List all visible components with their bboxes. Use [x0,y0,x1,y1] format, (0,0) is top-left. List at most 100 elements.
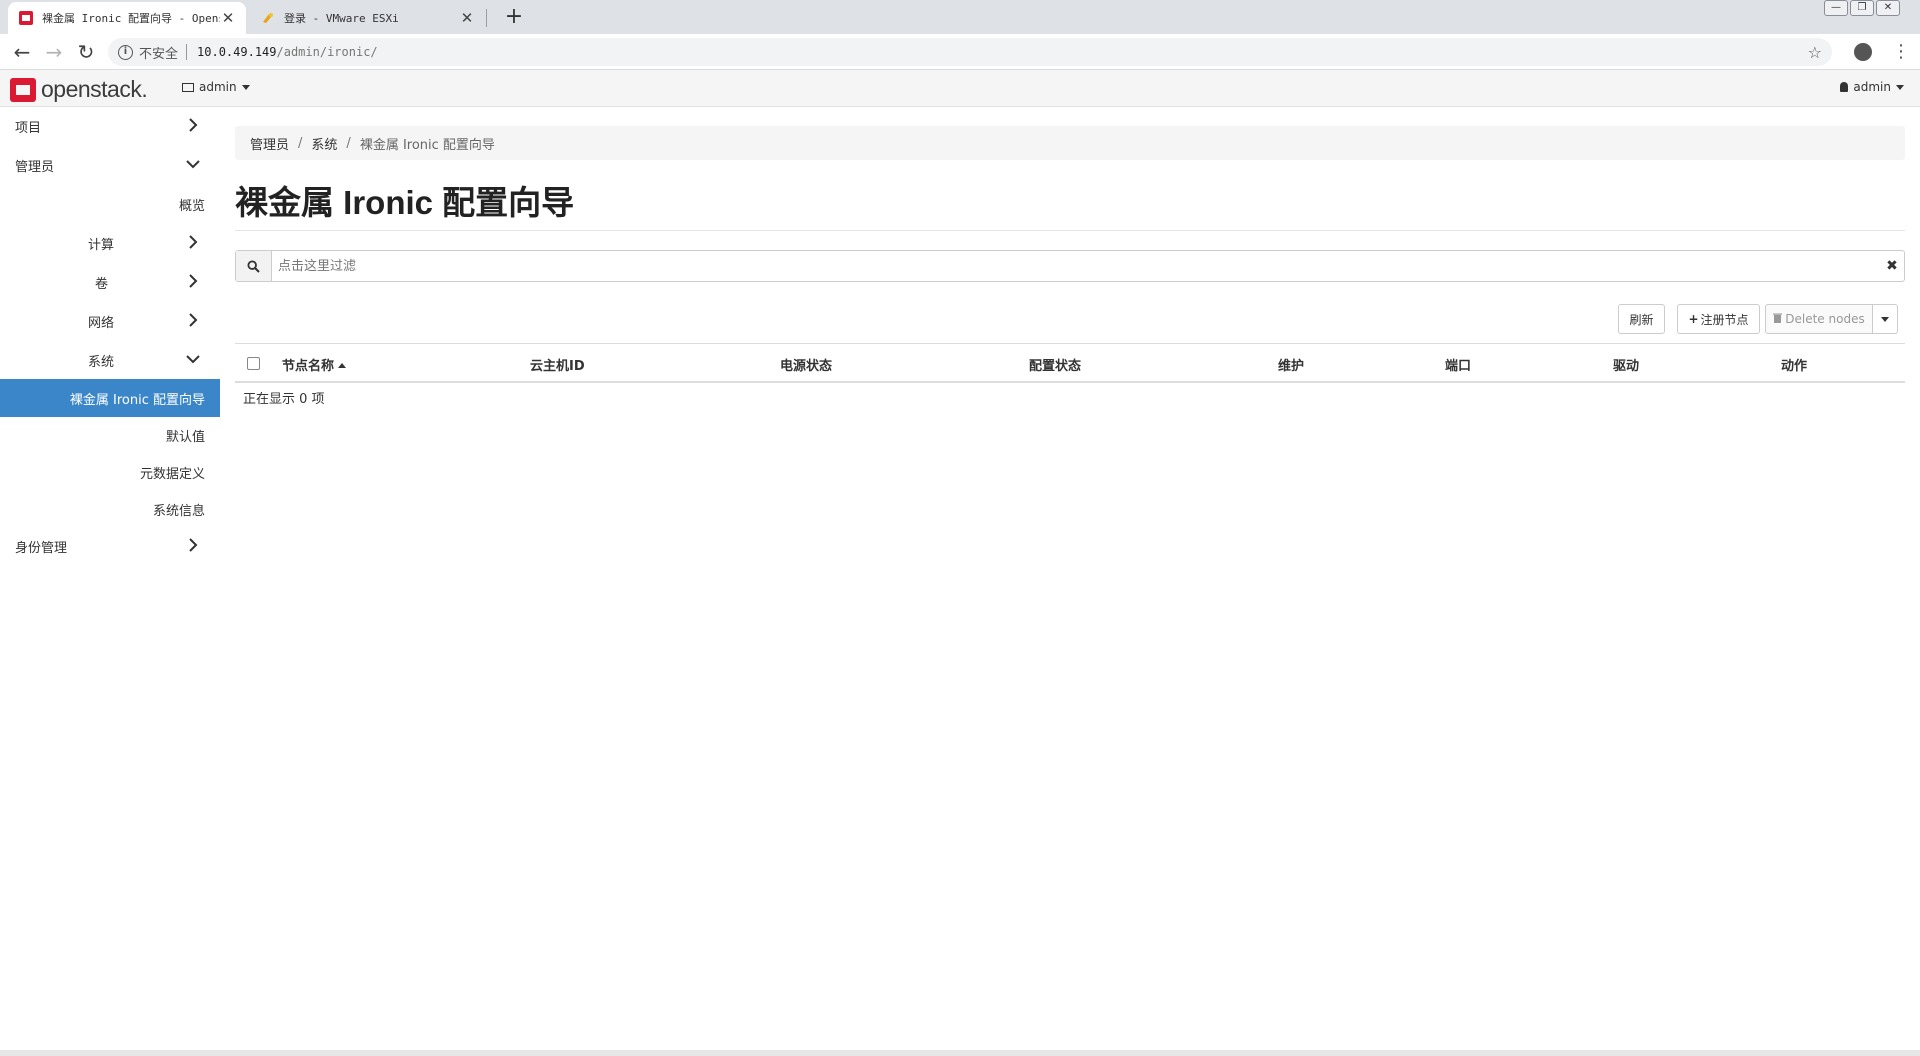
close-window-icon[interactable]: ✕ [1876,0,1900,16]
logo-text: openstack. [41,76,148,102]
sidebar-item-label: 默认值 [165,429,205,445]
breadcrumb-item-admin[interactable]: 管理员 [250,134,289,153]
security-label: 不安全 [139,46,179,62]
chevron-right-icon [184,272,202,290]
sidebar-item-label: 项目 [15,120,42,136]
column-header-driver[interactable]: 驱动 [1613,355,1639,374]
url-host: 10.0.49.149 [197,45,277,59]
sidebar-item-label: 裸金属 Ironic 配置向导 [69,392,205,408]
browser-tab-esxi[interactable]: 登录 - VMware ESXi ✕ [250,2,485,34]
delete-nodes-group: Delete nodes [1765,304,1898,334]
sidebar-item-label: 身份管理 [15,540,68,556]
breadcrumb-item-system[interactable]: 系统 [311,134,337,153]
user-icon [1840,82,1849,92]
chevron-down-icon [184,350,202,368]
user-name: admin [1853,80,1891,94]
breadcrumb-divider: / [346,135,351,151]
select-all-checkbox[interactable] [247,357,260,370]
sidebar-item-system[interactable]: 系统 [0,342,220,378]
chevron-down-icon [1881,316,1889,322]
openstack-favicon-icon [18,10,34,26]
browser-menu-icon[interactable]: ⋮ [1892,40,1910,64]
tab-title: 登录 - VMware ESXi [284,12,399,25]
reload-icon[interactable]: ↻ [72,38,100,66]
sidebar-item-network[interactable]: 网络 [0,303,220,339]
restore-icon[interactable]: ❐ [1850,0,1874,16]
trash-icon [1773,312,1783,326]
column-header-power-state[interactable]: 电源状态 [780,355,832,374]
chevron-right-icon [184,536,202,554]
sidebar-item-defaults[interactable]: 默认值 [0,417,220,453]
column-header-provision-state[interactable]: 配置状态 [1029,355,1081,374]
filter-input[interactable] [272,251,1880,281]
column-header-instance-id[interactable]: 云主机ID [530,355,585,374]
sidebar-item-project[interactable]: 项目 [0,108,220,144]
project-dropdown[interactable]: admin [182,80,250,94]
sidebar-item-compute[interactable]: 计算 [0,225,220,261]
sidebar-item-overview[interactable]: 概览 [0,186,220,222]
column-header-ports[interactable]: 端口 [1445,355,1471,374]
delete-dropdown-toggle[interactable] [1873,304,1898,334]
profile-icon[interactable] [1854,43,1872,61]
close-tab-icon[interactable]: ✕ [220,9,236,27]
close-tab-icon[interactable]: ✕ [459,9,475,27]
chevron-down-icon [184,155,202,173]
sidebar-item-volumes[interactable]: 卷 [0,264,220,300]
tab-separator [486,9,487,27]
column-header-maintenance[interactable]: 维护 [1278,355,1304,374]
address-divider [186,44,188,60]
register-node-label: 注册节点 [1700,312,1749,327]
window-controls: — ❐ ✕ [1822,0,1900,18]
plus-icon: + [1688,312,1699,326]
sort-ascending-icon [338,363,347,368]
register-node-button[interactable]: + 注册节点 [1677,304,1760,334]
user-dropdown[interactable]: admin [1840,80,1904,94]
window-bottom-edge [0,1050,1920,1056]
sidebar-item-identity[interactable]: 身份管理 [0,528,220,564]
title-divider [235,230,1905,231]
table-header-row: 节点名称 云主机ID 电源状态 配置状态 维护 端口 驱动 动作 [235,343,1905,383]
refresh-button[interactable]: 刷新 [1618,304,1665,334]
browser-toolbar: ← → ↻ i 不安全 10.0.49.149/admin/ironic/ ☆ … [0,34,1920,70]
filter-bar: ✖ [235,250,1905,282]
minimize-icon[interactable]: — [1824,0,1848,16]
sidebar-item-label: 卷 [95,276,109,292]
page-title: 裸金属 Ironic 配置向导 [235,184,575,221]
sidebar-item-metadata[interactable]: 元数据定义 [0,454,220,490]
bookmark-star-icon[interactable]: ☆ [1808,43,1822,62]
sidebar-item-label: 元数据定义 [139,466,205,482]
search-icon[interactable] [236,251,272,281]
sidebar-item-label: 系统信息 [152,503,205,519]
project-name: admin [199,80,237,94]
address-bar[interactable]: i 不安全 10.0.49.149/admin/ironic/ ☆ [108,38,1832,66]
sidebar-item-ironic-wizard[interactable]: 裸金属 Ironic 配置向导 [0,379,220,417]
clear-filter-icon[interactable]: ✖ [1880,251,1904,281]
chevron-down-icon [241,84,250,90]
sidebar: 项目 管理员 概览 计算 卷 网络 系统 裸金属 Ironic 配置向导 默认值… [0,108,220,1056]
project-icon [182,82,194,92]
chevron-right-icon [184,311,202,329]
sidebar-item-label: 管理员 [15,159,55,175]
nodes-table: 节点名称 云主机ID 电源状态 配置状态 维护 端口 驱动 动作 正在显示 0 … [235,343,1905,417]
browser-tab-active[interactable]: 裸金属 Ironic 配置向导 - Openstack ✕ [8,2,246,34]
chevron-right-icon [184,233,202,251]
column-header-node-name[interactable]: 节点名称 [282,355,347,374]
forward-icon[interactable]: → [40,38,68,66]
breadcrumb: 管理员 / 系统 / 裸金属 Ironic 配置向导 [235,126,1905,160]
vmware-favicon-icon [260,10,276,26]
sidebar-item-label: 网络 [88,315,115,331]
info-icon[interactable]: i [118,44,133,60]
table-footer-count: 正在显示 0 项 [243,392,325,407]
new-tab-button[interactable]: + [500,3,528,31]
sidebar-item-system-info[interactable]: 系统信息 [0,491,220,527]
breadcrumb-divider: / [298,135,303,151]
chevron-down-icon [1896,84,1904,90]
back-icon[interactable]: ← [8,38,36,66]
chevron-right-icon [184,116,202,134]
openstack-logo[interactable]: openstack. [10,76,148,103]
sidebar-item-admin[interactable]: 管理员 [0,147,220,183]
delete-nodes-button[interactable]: Delete nodes [1765,304,1873,334]
tab-title: 裸金属 Ironic 配置向导 - Openstack [42,12,220,25]
sidebar-item-label: 系统 [88,354,115,370]
url-path: /admin/ironic/ [276,45,378,59]
